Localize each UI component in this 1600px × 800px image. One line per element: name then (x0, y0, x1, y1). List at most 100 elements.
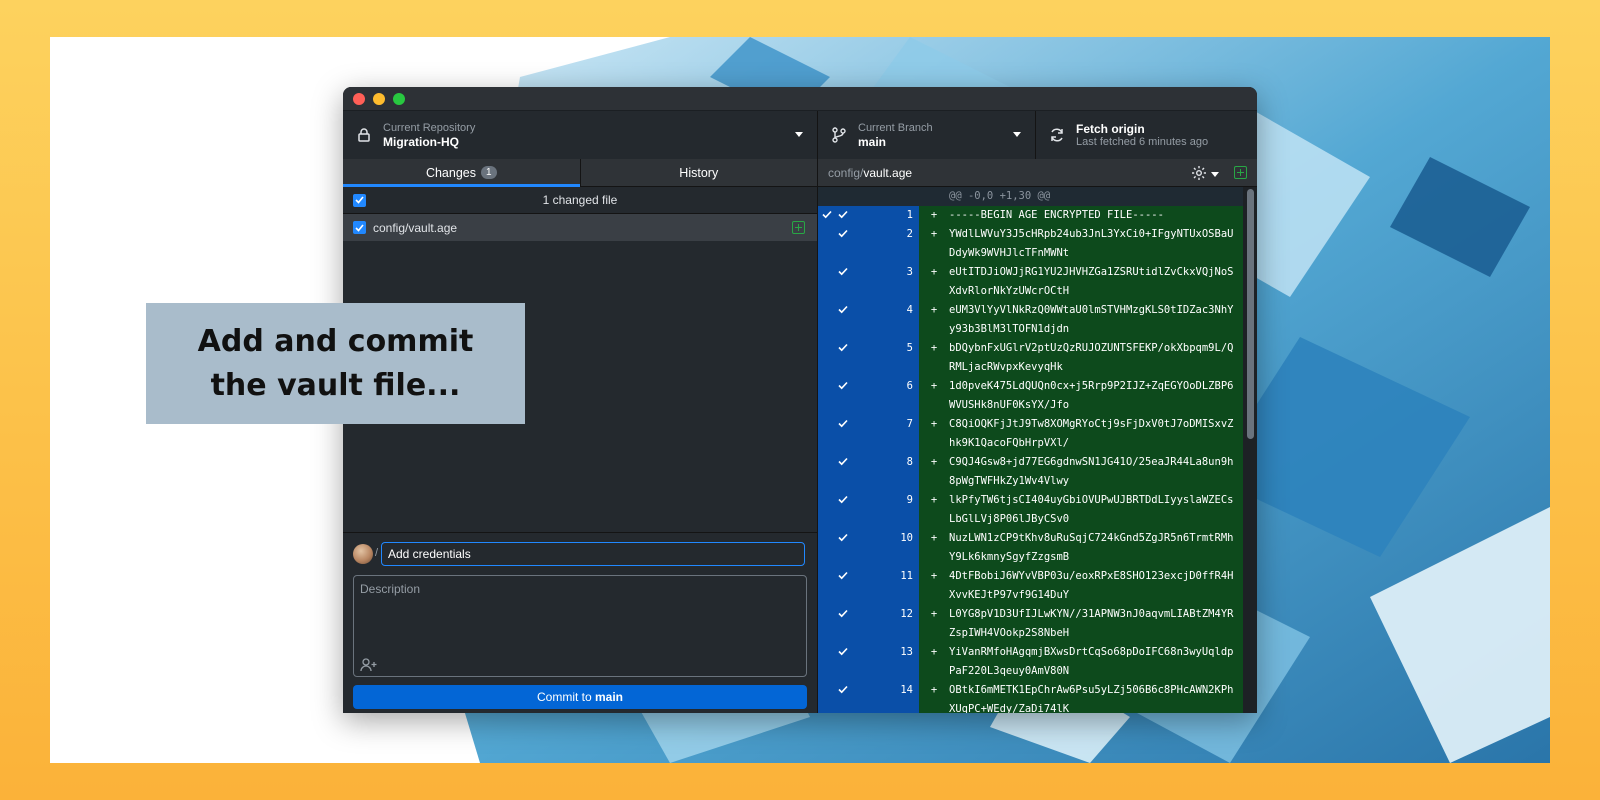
added-sign: + (930, 532, 938, 544)
commit-button-prefix: Commit to (536, 690, 595, 704)
commit-panel: / Description Commit to main (343, 532, 817, 713)
line-text: eUM3VlYyVlNkRzQ0WWtaU0lmSTVHMzgKLS0tIDZa… (949, 304, 1234, 335)
added-sign: + (930, 380, 938, 392)
line-text: C8QiOQKFjJtJ9Tw8XOMgRYoCtj9sFjDxV0tJ7oDM… (949, 418, 1234, 449)
diff-line[interactable]: 1 + -----BEGIN AGE ENCRYPTED FILE----- (818, 206, 1243, 225)
diff-header: config/vault.age (818, 159, 1257, 187)
line-code: + eUtITDJiOWJjRG1YU2JHVHZGa1ZSRUtidlZvCkx… (919, 263, 1243, 301)
current-branch-button[interactable]: Current Branch main (818, 111, 1036, 159)
line-code: + YiVanRMfoHAgqmjBXwsDrtCqSo68pDoIFC68n3w… (919, 643, 1243, 681)
commit-button[interactable]: Commit to main (353, 685, 807, 709)
added-sign: + (930, 608, 938, 620)
check-icon (838, 495, 848, 505)
diff-line[interactable]: 7 + C8QiOQKFjJtJ9Tw8XOMgRYoCtj9sFjDxV0tJ7o… (818, 415, 1243, 453)
diff-line[interactable]: 4 + eUM3VlYyVlNkRzQ0WWtaU0lmSTVHMzgKLS0tID… (818, 301, 1243, 339)
line-selection-gutter[interactable] (818, 605, 885, 643)
changes-sidebar: Changes 1 History 1 changed file config/… (343, 159, 818, 713)
add-coauthor-icon[interactable] (360, 658, 378, 672)
diff-line[interactable]: 10 + NuzLWN1zCP9tKhv8uRuSqjC724kGnd5ZgJR5n… (818, 529, 1243, 567)
diff-scrollbar[interactable] (1247, 189, 1254, 439)
added-sign: + (930, 304, 938, 316)
close-window-button[interactable] (353, 92, 365, 105)
commit-description-field[interactable]: Description (353, 575, 807, 677)
check-icon (822, 210, 832, 220)
fetch-origin-label: Fetch origin (1076, 121, 1145, 136)
description-placeholder: Description (360, 582, 421, 596)
last-fetched-text: Last fetched 6 minutes ago (1076, 135, 1209, 148)
commit-button-branch: main (595, 690, 624, 704)
repository-name: Migration-HQ (383, 134, 459, 149)
line-selection-gutter[interactable] (818, 491, 885, 529)
line-number: 9 (885, 491, 919, 529)
line-text: 4DtFBobiJ6WYvVBP03u/eoxRPxE8SHO123excjD0… (949, 570, 1234, 601)
line-number: 3 (885, 263, 919, 301)
minimize-window-button[interactable] (373, 92, 385, 105)
diff-line[interactable]: 5 + bDQybnFxUGlrV2ptUzQzRUJOZUNTSFEKP/okXb… (818, 339, 1243, 377)
diff-line[interactable]: 11 +4DtFBobiJ6WYvVBP03u/eoxRPxE8SHO123exc… (818, 567, 1243, 605)
changed-file-row[interactable]: config/vault.age (343, 214, 817, 241)
diff-path-dir: config/ (828, 165, 864, 180)
check-icon (838, 609, 848, 619)
check-icon (838, 533, 848, 543)
line-selection-gutter[interactable] (818, 301, 885, 339)
line-code: + C9QJ4Gsw8+jd77EG6gdnwSN1JG41O/25eaJR44L… (919, 453, 1243, 491)
line-selection-gutter[interactable] (818, 453, 885, 491)
branch-icon (830, 126, 848, 144)
file-include-checkbox[interactable] (353, 221, 366, 234)
line-text: YWdlLWVuY3J5cHRpb24ub3JnL3YxCi0+IFgyNTUx… (949, 228, 1234, 259)
check-icon (838, 571, 848, 581)
diff-line[interactable]: 9 + lkPfyTW6tjsCI404uyGbiOVUPwUJBRTDdLIyys… (818, 491, 1243, 529)
diff-line[interactable]: 13 + YiVanRMfoHAgqmjBXwsDrtCqSo68pDoIFC68n… (818, 643, 1243, 681)
commit-summary-input[interactable] (381, 542, 805, 566)
tab-history[interactable]: History (581, 159, 818, 186)
line-code: + OBtkI6mMETK1EpChrAw6Psu5yLZj506B6c8PHcA… (919, 681, 1243, 713)
toolbar: Current Repository Migration-HQ Current … (343, 111, 1257, 160)
line-selection-gutter[interactable] (818, 529, 885, 567)
line-text: YiVanRMfoHAgqmjBXwsDrtCqSo68pDoIFC68n3wy… (949, 646, 1234, 677)
line-selection-gutter[interactable] (818, 263, 885, 301)
chevron-down-icon (795, 132, 803, 137)
check-icon (838, 210, 848, 220)
fetch-origin-button[interactable]: Fetch origin Last fetched 6 minutes ago (1036, 111, 1257, 159)
line-number: 12 (885, 605, 919, 643)
line-number: 13 (885, 643, 919, 681)
diff-line[interactable]: 12 + L0YG8pV1D3UfIJLwKYN//31APNW3nJ0aqvmLI… (818, 605, 1243, 643)
check-icon (838, 267, 848, 277)
line-selection-gutter[interactable] (818, 415, 885, 453)
added-sign: + (930, 209, 938, 221)
line-selection-gutter[interactable] (818, 567, 885, 605)
line-selection-gutter[interactable] (818, 681, 885, 713)
gear-icon[interactable] (1191, 165, 1207, 181)
line-selection-gutter[interactable] (818, 225, 885, 263)
changed-files-header: 1 changed file (343, 187, 817, 214)
file-added-icon (1234, 166, 1247, 179)
line-number: 8 (885, 453, 919, 491)
line-selection-gutter[interactable] (818, 377, 885, 415)
added-sign: + (930, 266, 938, 278)
diff-line[interactable]: 2 + YWdlLWVuY3J5cHRpb24ub3JnL3YxCi0+IFgyNT… (818, 225, 1243, 263)
line-number: 5 (885, 339, 919, 377)
added-sign: + (930, 228, 938, 240)
select-all-checkbox[interactable] (353, 193, 366, 207)
line-number: 1 (885, 206, 919, 225)
tab-changes[interactable]: Changes 1 (343, 159, 581, 187)
chevron-down-icon[interactable] (1211, 172, 1219, 177)
caption-line-2: the vault file... (210, 367, 461, 403)
line-selection-gutter[interactable] (818, 206, 885, 225)
line-code: +4DtFBobiJ6WYvVBP03u/eoxRPxE8SHO123excjD… (919, 567, 1243, 605)
added-sign: + (930, 684, 938, 696)
line-selection-gutter[interactable] (818, 339, 885, 377)
line-number: 7 (885, 415, 919, 453)
line-selection-gutter[interactable] (818, 643, 885, 681)
zoom-window-button[interactable] (393, 92, 405, 105)
diff-line[interactable]: 3 + eUtITDJiOWJjRG1YU2JHVHZGa1ZSRUtidlZvCk… (818, 263, 1243, 301)
lock-icon (355, 126, 373, 144)
tab-history-label: History (679, 165, 719, 180)
added-sign: + (930, 570, 938, 582)
current-repository-button[interactable]: Current Repository Migration-HQ (343, 111, 818, 159)
diff-line[interactable]: 6 +1d0pveK475LdQUQn0cx+j5Rrp9P2IJZ+ZqEGYO… (818, 377, 1243, 415)
sync-icon (1048, 126, 1066, 144)
check-icon (838, 229, 848, 239)
diff-line[interactable]: 8 + C9QJ4Gsw8+jd77EG6gdnwSN1JG41O/25eaJR44… (818, 453, 1243, 491)
diff-line[interactable]: 14 + OBtkI6mMETK1EpChrAw6Psu5yLZj506B6c8PH… (818, 681, 1243, 713)
